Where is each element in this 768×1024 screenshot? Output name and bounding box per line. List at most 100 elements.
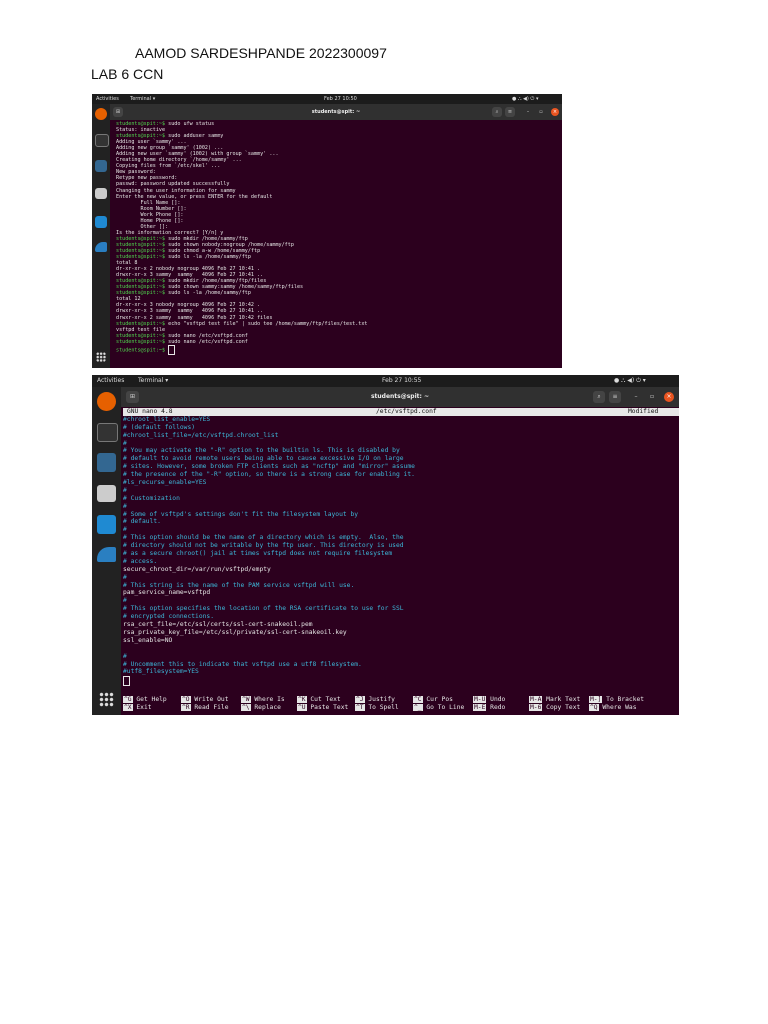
nano-shortcut[interactable]: ^_ Go To Line xyxy=(413,704,464,711)
config-line: #chroot_list_file=/etc/vsftpd.chroot_lis… xyxy=(123,431,279,439)
mysql-workbench-icon[interactable] xyxy=(95,242,107,252)
files-icon[interactable] xyxy=(95,188,107,199)
nano-shortcut[interactable]: M-U Undo xyxy=(473,696,505,703)
shortcut-key: M-6 xyxy=(529,704,543,711)
line-text: sudo ls -la /home/sammy/ftp xyxy=(165,290,251,297)
shortcut-key: M-A xyxy=(529,696,543,703)
shortcut-key: ^\ xyxy=(241,704,251,711)
vscode-icon[interactable] xyxy=(95,216,107,228)
shortcut-key: ^O xyxy=(181,696,191,703)
nano-shortcut[interactable]: ^Q Where Was xyxy=(589,704,637,711)
shortcut-key: M-] xyxy=(589,696,603,703)
shortcut-label: Paste Text xyxy=(306,704,349,711)
doc-lab-title: LAB 6 CCN xyxy=(91,66,164,82)
nano-shortcut[interactable]: M-6 Copy Text xyxy=(529,704,580,711)
hamburger-menu-icon[interactable]: ≡ xyxy=(609,391,621,403)
nano-shortcut[interactable]: ^C Cur Pos xyxy=(413,696,453,703)
terminal-line: students@spit:~$ xyxy=(116,344,562,355)
nano-filename: /etc/vsftpd.conf xyxy=(376,408,437,415)
config-line xyxy=(123,645,679,653)
config-line: # xyxy=(123,573,127,581)
show-apps-icon[interactable] xyxy=(96,352,106,362)
hamburger-menu-icon[interactable]: ≡ xyxy=(505,107,515,117)
minimize-icon[interactable]: – xyxy=(631,391,641,403)
config-line: # xyxy=(123,486,127,494)
terminal-screenshot-2: Activities Terminal ▾ Feb 27 10:55 ● ⛬ ◀… xyxy=(92,375,679,715)
nano-shortcut[interactable]: M-E Redo xyxy=(473,704,505,711)
shortcut-label: Justify xyxy=(364,696,395,703)
shortcut-label: Cut Text xyxy=(306,696,341,703)
config-line: # xyxy=(123,597,127,605)
config-line: secure_chroot_dir=/var/run/vsftpd/empty xyxy=(123,565,271,573)
nano-shortcut[interactable]: ^O Write Out xyxy=(181,696,229,703)
config-line: # Some of vsftpd's settings don't fit th… xyxy=(123,510,359,518)
close-icon[interactable]: × xyxy=(551,108,559,116)
config-line: # (default follows) xyxy=(123,423,196,431)
activities-button[interactable]: Activities xyxy=(96,94,119,104)
firefox-icon[interactable] xyxy=(95,108,107,120)
shell-prompt: students@spit:~$ xyxy=(116,347,166,354)
nano-shortcut[interactable]: ^G Get Help xyxy=(123,696,167,703)
nano-status: Modified xyxy=(628,408,659,415)
system-tray-icons[interactable]: ● ⛬ ◀) ⏻ ▾ xyxy=(512,94,538,104)
nano-shortcut[interactable]: ^U Paste Text xyxy=(297,704,348,711)
nano-shortcut[interactable]: ^W Where Is xyxy=(241,696,285,703)
firefox-icon[interactable] xyxy=(97,392,116,411)
terminal-icon[interactable] xyxy=(95,134,109,147)
shortcut-label: To Spell xyxy=(364,704,399,711)
config-line: ssl_enable=NO xyxy=(123,636,173,644)
config-line: # xyxy=(123,439,127,447)
config-line: # as a secure chroot() jail at times vsf… xyxy=(123,550,393,558)
clock[interactable]: Feb 27 10:55 xyxy=(382,375,421,387)
terminal-screenshot-1: Activities Terminal ▾ Feb 27 10:50 ● ⛬ ◀… xyxy=(92,94,562,368)
text-cursor xyxy=(123,676,130,687)
window-titlebar: ⊞ students@spit: ~ ⌕ ≡ – ▫ × xyxy=(110,104,562,120)
config-line: # Customization xyxy=(123,494,180,502)
nano-shortcut[interactable]: ^R Read File xyxy=(181,704,229,711)
nano-shortcut[interactable]: ^J Justify xyxy=(355,696,395,703)
vscode-icon[interactable] xyxy=(97,515,116,534)
text-cursor xyxy=(168,344,176,355)
nano-shortcut[interactable]: M-] To Bracket xyxy=(589,696,644,703)
nano-version: GNU nano 4.8 xyxy=(127,408,173,415)
shortcut-key: ^K xyxy=(297,696,307,703)
dock xyxy=(92,104,110,368)
system-tray-icons[interactable]: ● ⛬ ◀) ⏻ ▾ xyxy=(614,375,646,387)
gnome-top-bar: Activities Terminal ▾ Feb 27 10:55 ● ⛬ ◀… xyxy=(92,375,679,387)
config-line: # This string is the name of the PAM ser… xyxy=(123,581,355,589)
terminal-icon[interactable] xyxy=(97,423,118,442)
terminal-app-menu[interactable]: Terminal ▾ xyxy=(130,94,155,104)
clock[interactable]: Feb 27 10:50 xyxy=(324,94,357,104)
show-apps-icon[interactable] xyxy=(99,692,114,707)
nano-shortcut[interactable]: ^K Cut Text xyxy=(297,696,341,703)
config-line: rsa_cert_file=/etc/ssl/certs/ssl-cert-sn… xyxy=(123,621,313,629)
shortcut-label: Get Help xyxy=(132,696,167,703)
nano-shortcut[interactable]: ^T To Spell xyxy=(355,704,399,711)
postgres-icon[interactable] xyxy=(95,160,107,172)
nano-editor[interactable]: GNU nano 4.8/etc/vsftpd.conf Modified #chr… xyxy=(121,408,679,688)
files-icon[interactable] xyxy=(97,485,116,502)
config-line: # directory should not be writable by th… xyxy=(123,542,404,550)
search-icon[interactable]: ⌕ xyxy=(593,391,605,403)
config-line: #chroot_list_enable=YES xyxy=(123,415,211,423)
nano-shortcut[interactable]: ^X Exit xyxy=(123,704,152,711)
line-text: sudo ls -la /home/sammy/ftp xyxy=(165,254,251,261)
terminal-app-menu[interactable]: Terminal ▾ xyxy=(138,375,168,387)
shortcut-key: ^Q xyxy=(589,704,599,711)
maximize-icon[interactable]: ▫ xyxy=(647,391,657,403)
mysql-workbench-icon[interactable] xyxy=(97,547,116,562)
shortcut-label: Where Is xyxy=(250,696,285,703)
nano-shortcut[interactable]: ^\ Replace xyxy=(241,704,281,711)
terminal-output[interactable]: students@spit:~$ sudo ufw status Status: … xyxy=(110,121,562,368)
nano-shortcut[interactable]: M-A Mark Text xyxy=(529,696,580,703)
shortcut-key: ^G xyxy=(123,696,133,703)
close-icon[interactable]: × xyxy=(664,392,674,402)
line-text: sudo nano /etc/vsftpd.conf xyxy=(165,338,248,345)
nano-title-bar: GNU nano 4.8/etc/vsftpd.conf Modified xyxy=(123,408,679,416)
postgres-icon[interactable] xyxy=(97,453,116,472)
minimize-icon[interactable]: – xyxy=(524,107,532,117)
activities-button[interactable]: Activities xyxy=(97,375,124,387)
config-line: # You may activate the "-R" option to th… xyxy=(123,447,400,455)
maximize-icon[interactable]: ▫ xyxy=(537,107,545,117)
search-icon[interactable]: ⌕ xyxy=(492,107,502,117)
